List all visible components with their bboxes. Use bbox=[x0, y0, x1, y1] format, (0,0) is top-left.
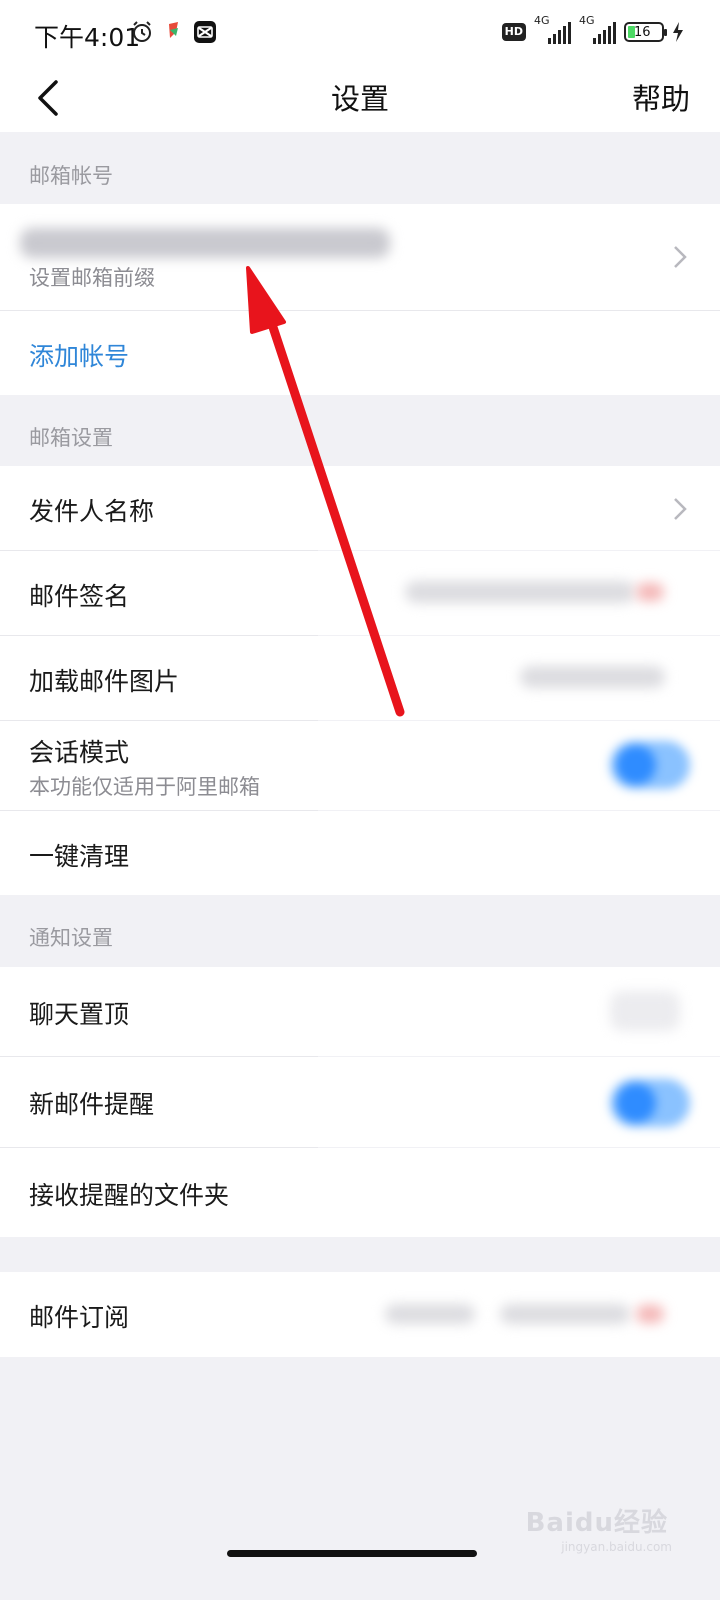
status-indicators: HD 4G 4G 16 bbox=[501, 14, 684, 44]
nav-bar: 设置 帮助 bbox=[0, 64, 720, 132]
new-mail-alert-toggle[interactable] bbox=[610, 1079, 690, 1127]
sender-name-label: 发件人名称 bbox=[29, 497, 155, 526]
pin-chat-label: 聊天置顶 bbox=[29, 1000, 130, 1029]
load-images-label: 加载邮件图片 bbox=[29, 667, 180, 696]
battery-icon: 16 bbox=[624, 22, 667, 42]
redacted-subscription-value-1 bbox=[385, 1304, 475, 1324]
signal-strength-2: 4G bbox=[579, 14, 616, 44]
signal-bars-icon bbox=[548, 22, 571, 44]
signature-label: 邮件签名 bbox=[29, 582, 130, 611]
chevron-right-icon bbox=[674, 246, 687, 268]
new-mail-alert-row[interactable]: 新邮件提醒 bbox=[0, 1057, 720, 1147]
signal-bars-icon bbox=[593, 22, 616, 44]
help-button[interactable]: 帮助 bbox=[632, 76, 690, 118]
hd-badge: HD bbox=[501, 23, 526, 41]
redacted-badge bbox=[636, 1305, 664, 1323]
new-mail-alert-label: 新邮件提醒 bbox=[29, 1090, 155, 1119]
redacted-badge bbox=[636, 583, 664, 601]
pin-chat-row[interactable]: 聊天置顶 bbox=[0, 967, 720, 1056]
network-type-label: 4G bbox=[534, 14, 550, 27]
signal-strength-1: 4G bbox=[534, 14, 571, 44]
conversation-mode-row[interactable]: 会话模式 本功能仅适用于阿里邮箱 bbox=[0, 721, 720, 810]
conversation-mode-label: 会话模式 bbox=[29, 738, 130, 767]
alarm-icon bbox=[133, 21, 151, 42]
chevron-right-icon bbox=[674, 498, 687, 520]
subscription-label: 邮件订阅 bbox=[29, 1303, 130, 1332]
baidu-watermark: Baidu经验 bbox=[525, 1508, 668, 1538]
load-images-row[interactable]: 加载邮件图片 bbox=[0, 636, 720, 720]
home-indicator[interactable] bbox=[227, 1550, 477, 1557]
baidu-watermark-url: jingyan.baidu.com bbox=[561, 1540, 672, 1554]
sender-name-row[interactable]: 发件人名称 bbox=[0, 466, 720, 550]
section-header-notify: 通知设置 bbox=[0, 895, 720, 967]
alert-folders-label: 接收提醒的文件夹 bbox=[29, 1181, 230, 1210]
network-type-label: 4G bbox=[579, 14, 595, 27]
app-notification-icon bbox=[169, 22, 178, 38]
page-title: 设置 bbox=[330, 82, 389, 116]
conversation-mode-toggle[interactable] bbox=[610, 741, 690, 789]
account-row[interactable]: 设置邮箱前缀 bbox=[0, 204, 720, 310]
redacted-subscription-value-2 bbox=[500, 1304, 630, 1324]
capcut-icon bbox=[194, 21, 216, 43]
one-click-clean-label: 一键清理 bbox=[29, 842, 130, 871]
redacted-signature-value bbox=[405, 581, 635, 603]
one-click-clean-row[interactable]: 一键清理 bbox=[0, 811, 720, 895]
section-header-mail: 邮箱设置 bbox=[0, 395, 720, 466]
section-header-account: 邮箱帐号 bbox=[0, 132, 720, 204]
conversation-mode-subtitle: 本功能仅适用于阿里邮箱 bbox=[29, 775, 260, 799]
alert-folders-row[interactable]: 接收提醒的文件夹 bbox=[0, 1148, 720, 1237]
status-time: 下午4:01 bbox=[34, 23, 141, 52]
redacted-email bbox=[20, 228, 390, 258]
status-bar: 下午4:01 HD 4G 4G 16 bbox=[0, 0, 720, 64]
charging-icon bbox=[673, 22, 683, 42]
add-account-row[interactable]: 添加帐号 bbox=[0, 311, 720, 395]
add-account-link[interactable]: 添加帐号 bbox=[29, 337, 129, 373]
battery-level: 16 bbox=[634, 24, 651, 40]
signature-row[interactable]: 邮件签名 bbox=[0, 551, 720, 635]
pin-chat-toggle[interactable] bbox=[610, 991, 680, 1031]
subscription-row[interactable]: 邮件订阅 bbox=[0, 1272, 720, 1357]
redacted-load-images-value bbox=[520, 666, 665, 688]
account-row-subtitle: 设置邮箱前缀 bbox=[29, 266, 155, 290]
